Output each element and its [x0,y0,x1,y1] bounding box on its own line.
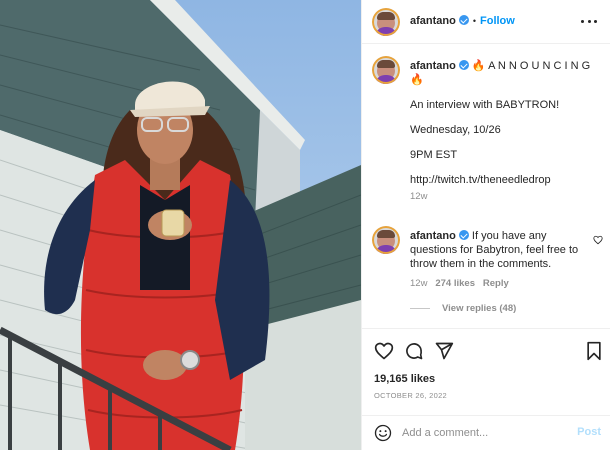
caption-avatar[interactable] [372,56,400,84]
verified-badge-icon [458,15,469,25]
caption: afantano 🔥 A N N O U N C I N G 🔥 An inte… [410,59,600,204]
comment-meta: 12w 274 likes Reply [410,277,586,291]
send-icon[interactable] [434,341,454,361]
add-comment-input[interactable] [402,425,562,441]
verified-badge-icon [458,60,469,70]
comment-avatar[interactable] [372,226,400,254]
comment-time: 12w [410,278,428,289]
emoji-icon[interactable] [374,424,392,442]
post-image [0,0,361,450]
caption-line-3: 9PM EST [410,149,458,161]
avatar[interactable] [372,8,400,36]
post-button[interactable]: Post [577,426,601,438]
replies-divider [410,308,430,309]
caption-link[interactable]: http://twitch.tv/theneedledrop [410,173,600,187]
bookmark-icon[interactable] [584,341,604,361]
reply-button[interactable]: Reply [483,278,509,289]
comment-likes[interactable]: 274 likes [435,278,475,289]
header-user-row: afantano • Follow [410,15,515,27]
follow-button[interactable]: Follow [480,15,515,27]
post-photo[interactable] [0,0,361,450]
likes-count[interactable]: 19,165 likes [374,373,435,385]
fire-emoji: 🔥 [471,60,486,72]
comment-icon[interactable] [404,341,424,361]
comments-section: afantano 🔥 A N N O U N C I N G 🔥 An inte… [362,45,610,327]
caption-line-2: Wednesday, 10/26 [410,124,501,136]
fire-emoji: 🔥 [410,74,424,86]
instagram-post: afantano • Follow afantano 🔥 A N N O U N C… [0,0,610,450]
heart-icon[interactable] [374,341,394,361]
header-username[interactable]: afantano [410,15,456,27]
post-side-panel: afantano • Follow afantano 🔥 A N N O U N C… [361,0,610,450]
post-header: afantano • Follow [362,0,610,44]
add-comment-bar: Post [362,415,610,450]
post-date[interactable]: OCTOBER 26, 2022 [374,391,447,400]
comment: afantano If you have any questions for B… [410,229,586,291]
caption-line-1: An interview with BABYTRON! [410,99,560,111]
comment-username[interactable]: afantano [410,230,456,242]
view-replies-label: View replies (48) [442,303,517,314]
separator-dot: • [472,16,476,26]
view-replies-button[interactable]: View replies (48) [410,303,516,314]
caption-announcing: A N N O U N C I N G [488,60,591,72]
comment-heart-icon[interactable] [593,235,603,245]
caption-username[interactable]: afantano [410,60,456,72]
verified-badge-icon [458,230,469,240]
caption-time: 12w [410,191,428,202]
more-options-icon[interactable] [581,14,597,28]
